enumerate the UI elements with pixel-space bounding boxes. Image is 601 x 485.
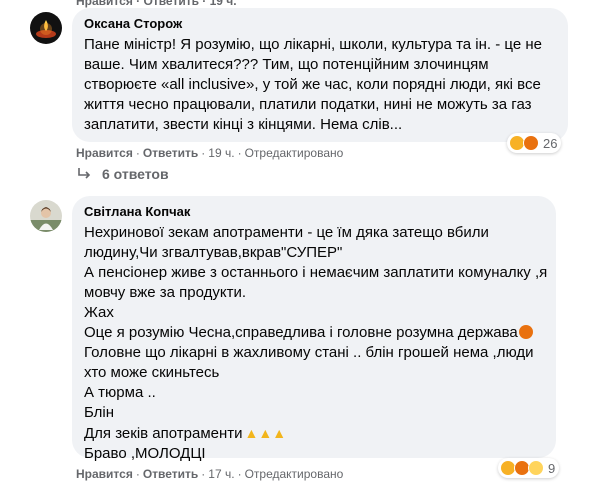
timestamp[interactable]: 19 ч. — [210, 0, 237, 8]
avatar[interactable] — [30, 200, 62, 232]
comment-text-line: ваше. Чим хвалитеся??? Тим, що потенційн… — [84, 56, 489, 73]
reaction-summary[interactable]: 26 — [507, 133, 562, 153]
comment-text: Для зеків апотраменти — [84, 425, 243, 442]
like-link[interactable]: Нравится — [76, 467, 133, 481]
comment-author[interactable]: Світлана Копчак — [84, 204, 544, 220]
comment-text-line: хто може скиньтесь — [84, 364, 220, 381]
angry-emoji-icon — [518, 325, 533, 339]
reply-arrow-icon — [78, 168, 91, 179]
sad-reaction-icon — [528, 460, 544, 476]
comment-text-line: А пенсіонер живе з останнього і немаєчим… — [84, 264, 548, 281]
angry-reaction-icon — [523, 135, 539, 151]
comment-text-line: створюєте «all inclusive», у той же час,… — [84, 76, 541, 93]
comment-text-line: мовчу вже за продукти. — [84, 284, 247, 301]
like-link[interactable]: Нравится — [76, 0, 133, 8]
replies-count-label: 6 ответов — [102, 166, 169, 182]
comment-actions: Нравится · Ответить · 19 ч. · Отредактировано — [76, 146, 344, 160]
comment-text-line: людину,Чи згвалтував,вкрав"СУПЕР" — [84, 244, 343, 261]
comment-author[interactable]: Оксана Сторож — [84, 16, 556, 32]
comment-text-line: Для зеків апотраменти ▲▲▲ — [84, 423, 544, 444]
reply-link[interactable]: Ответить — [143, 146, 198, 160]
like-link[interactable]: Нравится — [76, 146, 133, 160]
reaction-summary[interactable]: 9 — [498, 458, 560, 478]
timestamp[interactable]: 19 ч. — [208, 146, 234, 160]
comment-text-line: Нехринової зекам апотраменти - це їм дяк… — [84, 224, 489, 241]
view-replies-button[interactable]: 6 ответов — [76, 166, 169, 182]
avatar[interactable] — [30, 12, 62, 44]
reaction-count: 26 — [543, 135, 558, 151]
comment-text-line: Жах — [84, 304, 114, 321]
comment-text-line: життя чесно працювали, платили податки, … — [84, 96, 532, 113]
thumbs-up-emoji-icon: ▲▲▲ — [244, 425, 287, 441]
comment-text-line: Блін — [84, 404, 115, 421]
comment-actions: Нравится · Ответить · 17 ч. · Отредактировано — [76, 467, 344, 481]
reply-link[interactable]: Ответить — [144, 0, 199, 8]
comment-text-line: Головне що лікарні в жахливому стані .. … — [84, 344, 534, 361]
comment-bubble: Оксана Сторож Пане міністр! Я розумію, щ… — [72, 8, 568, 142]
reply-link[interactable]: Ответить — [143, 467, 198, 481]
timestamp[interactable]: 17 ч. — [208, 467, 234, 481]
comment-text: Оце я розумію Чесна,справедлива і головн… — [84, 324, 518, 341]
comment-bubble: Світлана Копчак Нехринової зекам апотрам… — [72, 196, 556, 462]
candle-avatar-icon — [30, 12, 62, 44]
previous-comment-actions: Нравится · Ответить · 19 ч. — [76, 0, 237, 8]
comment-text-line: заплатити, звести кінці з кінцями. Нема … — [84, 116, 403, 133]
user-photo-avatar-icon — [30, 200, 62, 232]
comment-text-line: Пане міністр! Я розумію, що лікарні, шко… — [84, 36, 542, 53]
comment-text-line: Оце я розумію Чесна,справедлива і головн… — [84, 323, 544, 343]
edited-label: Отредактировано — [244, 146, 344, 160]
comment-text-line: Браво ,МОЛОДЦІ — [84, 445, 206, 462]
reaction-count: 9 — [548, 460, 556, 476]
edited-label: Отредактировано — [244, 467, 344, 481]
comment-text-line: А тюрма .. — [84, 384, 156, 401]
